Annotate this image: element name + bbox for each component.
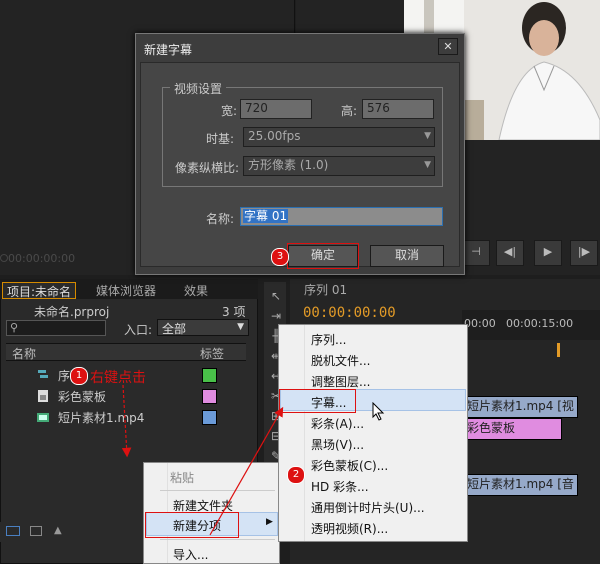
annotation-arrows xyxy=(121,384,284,536)
arrow-to-title xyxy=(209,406,284,536)
arrow-down xyxy=(121,384,132,458)
